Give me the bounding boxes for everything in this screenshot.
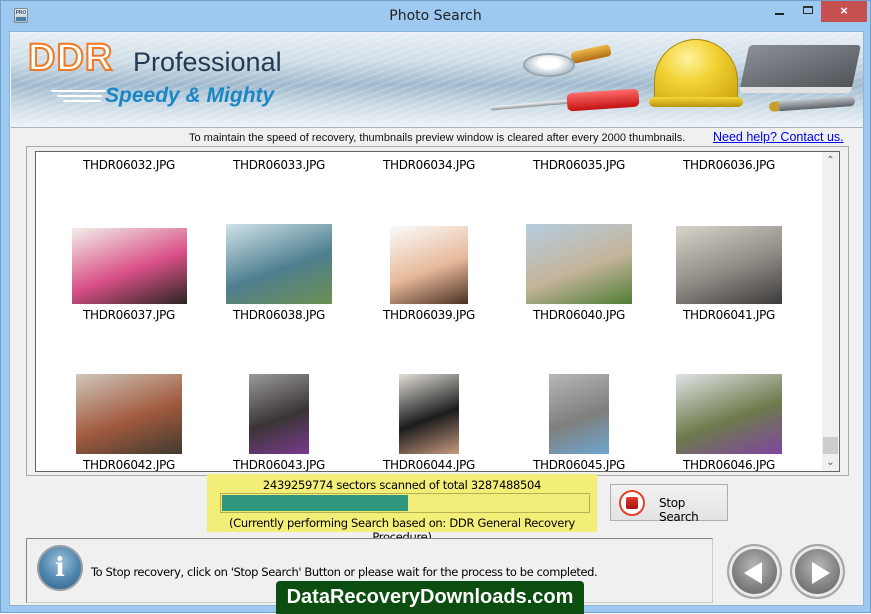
thumbnail-item[interactable]: THDR06045.JPG <box>504 152 654 471</box>
arrow-left-icon <box>744 562 762 584</box>
thumbnail-frame: THDR06032.JPG THDR06033.JPG THDR06034.JPG T… <box>26 146 849 476</box>
client-area: DDR Professional Speedy & Mighty To main… <box>9 31 864 606</box>
scan-status-panel: 2439259774 sectors scanned of total 3287… <box>207 474 597 544</box>
hard-hat-icon <box>649 39 743 107</box>
thumbnail-grid: THDR06032.JPG THDR06033.JPG THDR06034.JPG T… <box>36 152 823 471</box>
magnifier-handle-icon <box>570 43 612 65</box>
header-banner: DDR Professional Speedy & Mighty <box>11 33 863 128</box>
help-contact-link[interactable]: Need help? Contact us. <box>713 130 844 144</box>
thumbnail-image[interactable] <box>676 374 782 454</box>
stop-search-button[interactable]: Stop Search <box>610 484 728 524</box>
thumbnail-item[interactable]: THDR06042.JPG <box>54 152 204 471</box>
tagline: Speedy & Mighty <box>105 84 275 107</box>
thumbnail-filename: THDR06046.JPG <box>682 458 776 472</box>
info-icon: i <box>37 545 83 591</box>
back-button[interactable] <box>727 544 782 599</box>
watermark-banner: DataRecoveryDownloads.com <box>276 581 584 614</box>
minimize-button[interactable] <box>765 1 793 22</box>
thumbnail-filename: THDR06043.JPG <box>232 458 326 472</box>
screwdriver-icon <box>566 88 640 112</box>
thumbnail-item[interactable]: THDR06043.JPG <box>204 152 354 471</box>
thumbnail-preview-pane[interactable]: THDR06032.JPG THDR06033.JPG THDR06034.JPG T… <box>35 151 840 472</box>
photo-search-window: PRO Photo Search × DDR Professional Spee… <box>0 0 871 614</box>
arrow-right-icon <box>812 562 830 584</box>
progress-fill <box>222 495 408 511</box>
thumbnail-filename: THDR06042.JPG <box>82 458 176 472</box>
book-icon <box>738 45 862 93</box>
title-bar[interactable]: PRO Photo Search × <box>1 1 870 31</box>
thumbnail-filename: THDR06044.JPG <box>382 458 476 472</box>
maximize-button[interactable] <box>794 1 822 22</box>
fountain-pen-icon <box>768 96 856 112</box>
thumbnail-notice: To maintain the speed of recovery, thumb… <box>189 132 686 144</box>
next-button[interactable] <box>790 544 845 599</box>
scroll-up-arrow[interactable]: ⌃ <box>822 152 839 169</box>
vertical-scrollbar[interactable]: ⌃ ⌄ <box>822 152 839 471</box>
stop-icon <box>619 490 645 516</box>
magnifier-icon <box>523 53 575 77</box>
info-message: To Stop recovery, click on 'Stop Search'… <box>91 565 598 579</box>
scroll-down-arrow[interactable]: ⌄ <box>822 454 839 471</box>
thumbnail-image[interactable] <box>549 374 609 454</box>
brand-logo: DDR <box>27 36 114 80</box>
thumbnail-image[interactable] <box>399 374 459 454</box>
speed-lines-decoration <box>51 90 106 104</box>
thumbnail-item[interactable]: THDR06046.JPG <box>654 152 804 471</box>
thumbnail-image[interactable] <box>76 374 182 454</box>
close-button[interactable]: × <box>821 1 867 22</box>
thumbnail-item[interactable]: THDR06044.JPG <box>354 152 504 471</box>
stop-search-label: Stop Search <box>659 496 699 524</box>
sectors-scanned-text: 2439259774 sectors scanned of total 3287… <box>262 478 542 492</box>
product-name: Professional <box>133 47 282 77</box>
window-title: Photo Search <box>389 8 482 24</box>
thumbnail-image[interactable] <box>249 374 309 454</box>
minimize-icon <box>774 13 784 15</box>
close-icon: × <box>840 3 848 18</box>
thumbnail-filename: THDR06045.JPG <box>532 458 626 472</box>
maximize-icon <box>803 6 813 14</box>
screwdriver-shaft-icon <box>490 99 572 111</box>
scan-progress-bar <box>220 493 590 513</box>
scrollbar-thumb[interactable] <box>823 437 838 454</box>
